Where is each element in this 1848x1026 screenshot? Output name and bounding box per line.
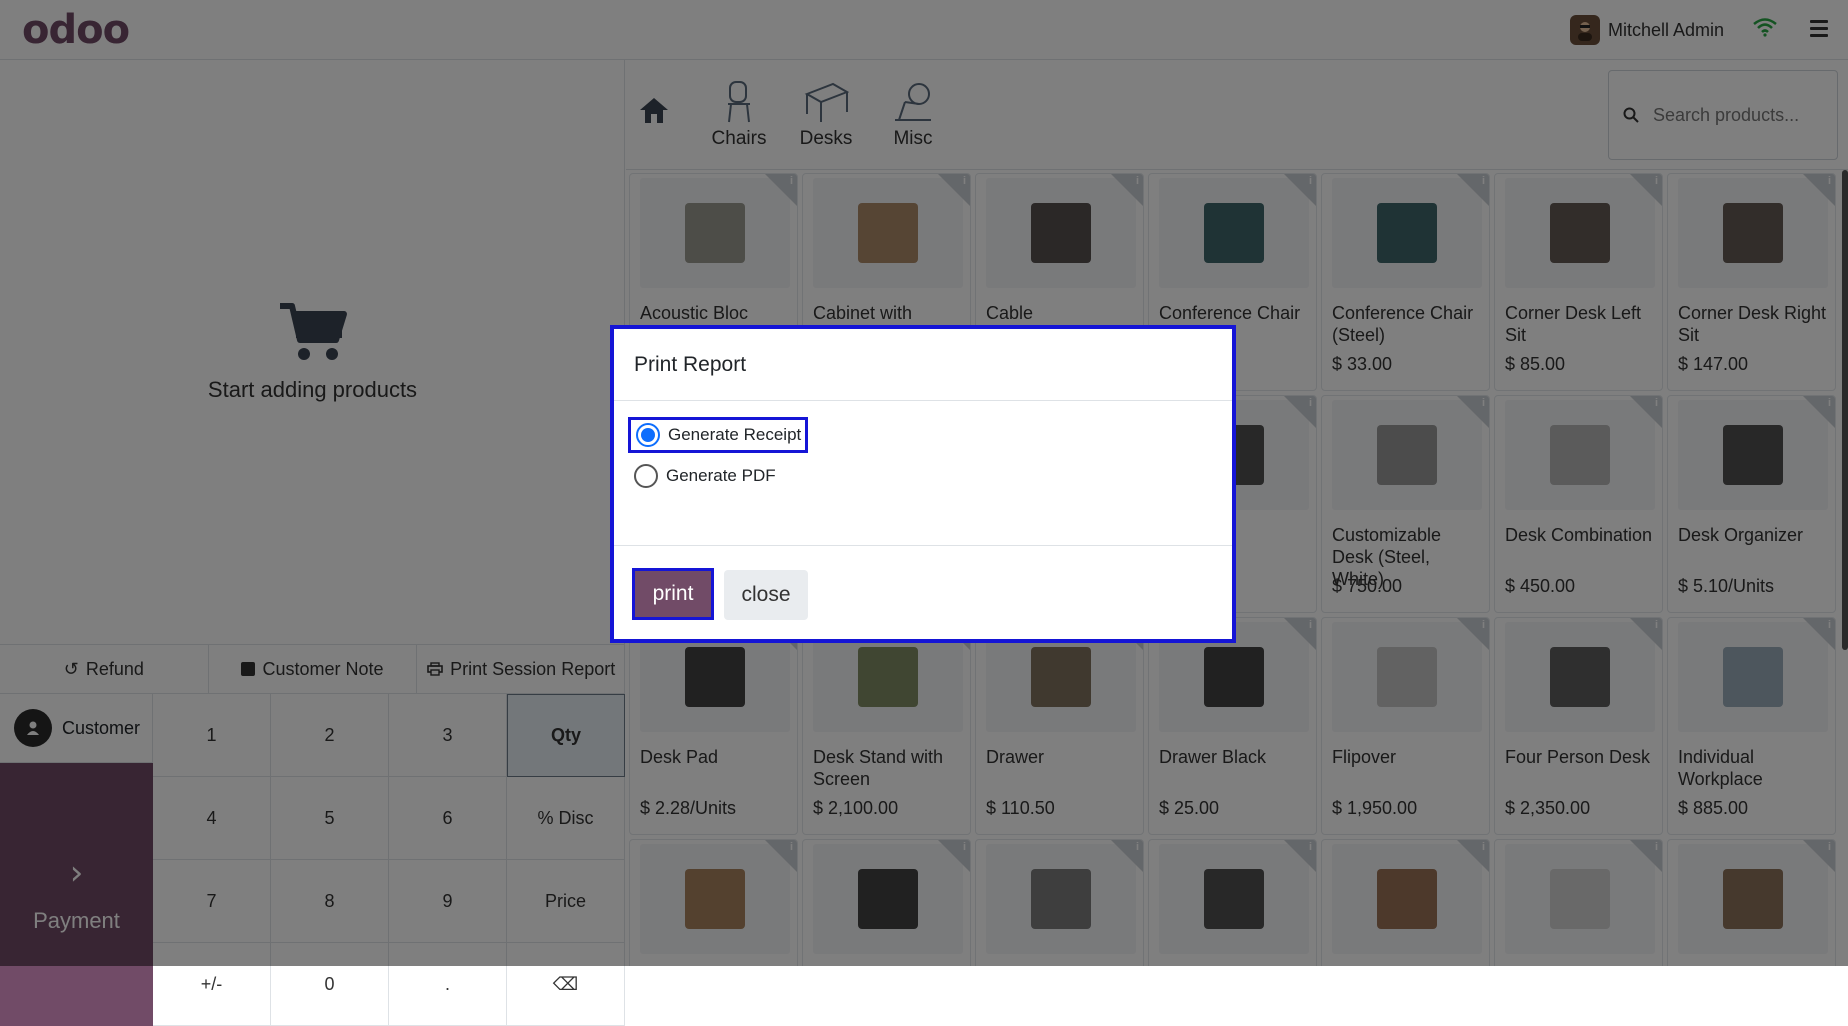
print-button[interactable]: print bbox=[632, 568, 714, 620]
generate-receipt-label: Generate Receipt bbox=[668, 425, 802, 444]
generate-pdf-option[interactable]: Generate PDF bbox=[634, 464, 776, 488]
close-button[interactable]: close bbox=[724, 570, 808, 620]
generate-receipt-option[interactable]: Generate Receipt bbox=[628, 417, 809, 453]
generate-receipt-radio[interactable] bbox=[636, 423, 660, 447]
dialog-title: Print Report bbox=[614, 329, 1232, 401]
generate-pdf-radio[interactable] bbox=[634, 464, 658, 488]
generate-pdf-label: Generate PDF bbox=[666, 466, 776, 485]
print-report-dialog: Print Report Generate Receipt Generate P… bbox=[610, 325, 1236, 643]
dialog-footer: print close bbox=[614, 545, 1232, 639]
